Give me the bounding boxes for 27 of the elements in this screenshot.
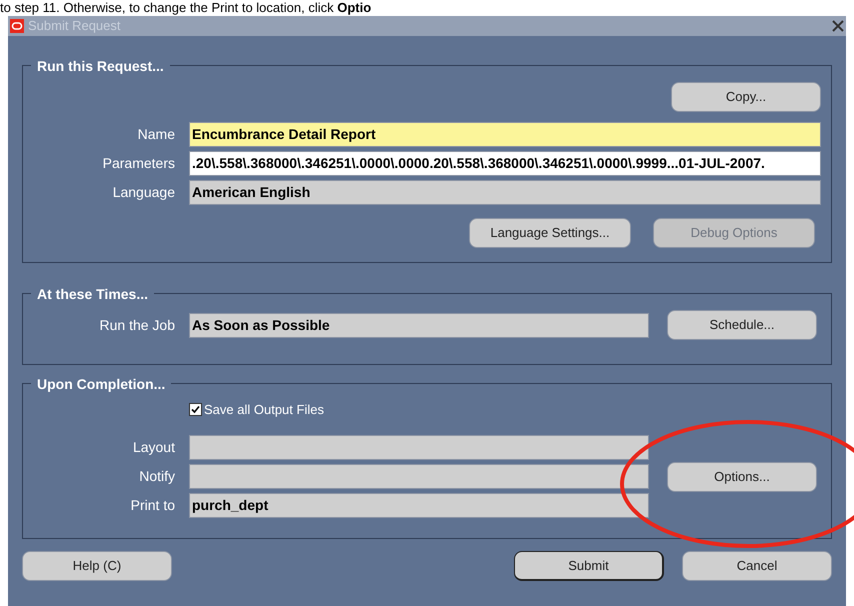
field-label: Parameters	[102, 154, 175, 172]
cancel-button[interactable]: Cancel	[682, 551, 832, 581]
help-button[interactable]: Help (C)	[22, 551, 172, 581]
field-label: Print to	[130, 496, 175, 515]
close-icon[interactable]	[832, 20, 844, 32]
instruction-text: to step 11. Otherwise, to change the Print to location, click Optio	[0, 0, 372, 16]
text-field[interactable]	[189, 435, 649, 460]
field-label: Name	[136, 124, 175, 144]
check-icon	[191, 405, 200, 414]
text-field[interactable]: Encumbrance Detail Report	[189, 122, 821, 146]
field-label: Notify	[138, 467, 175, 486]
app-logo-icon	[10, 19, 24, 33]
field-label: Run the Job	[98, 316, 175, 334]
schedule-button[interactable]: Schedule...	[667, 310, 817, 340]
checkbox-label: Save all Output Files	[204, 401, 324, 419]
field-label: Layout	[132, 438, 175, 457]
submit-button[interactable]: Submit	[514, 551, 664, 581]
copy-button[interactable]: Copy...	[671, 82, 821, 112]
checkbox[interactable]	[189, 403, 202, 416]
text-field[interactable]	[189, 464, 649, 489]
options-button[interactable]: Options...	[667, 462, 817, 492]
text-field[interactable]: American English	[189, 180, 821, 204]
dialog-button[interactable]: Language Settings...	[469, 218, 631, 248]
text-field[interactable]: As Soon as Possible	[189, 312, 649, 338]
text-field[interactable]: purch_dept	[189, 493, 649, 518]
text-field[interactable]: .20\.558\.368000\.346251\.0000\.0000.20\.558\.368000\.346251\.0000\.9999...01-JUL-2007.	[189, 150, 821, 176]
field-label: Language	[112, 182, 175, 202]
